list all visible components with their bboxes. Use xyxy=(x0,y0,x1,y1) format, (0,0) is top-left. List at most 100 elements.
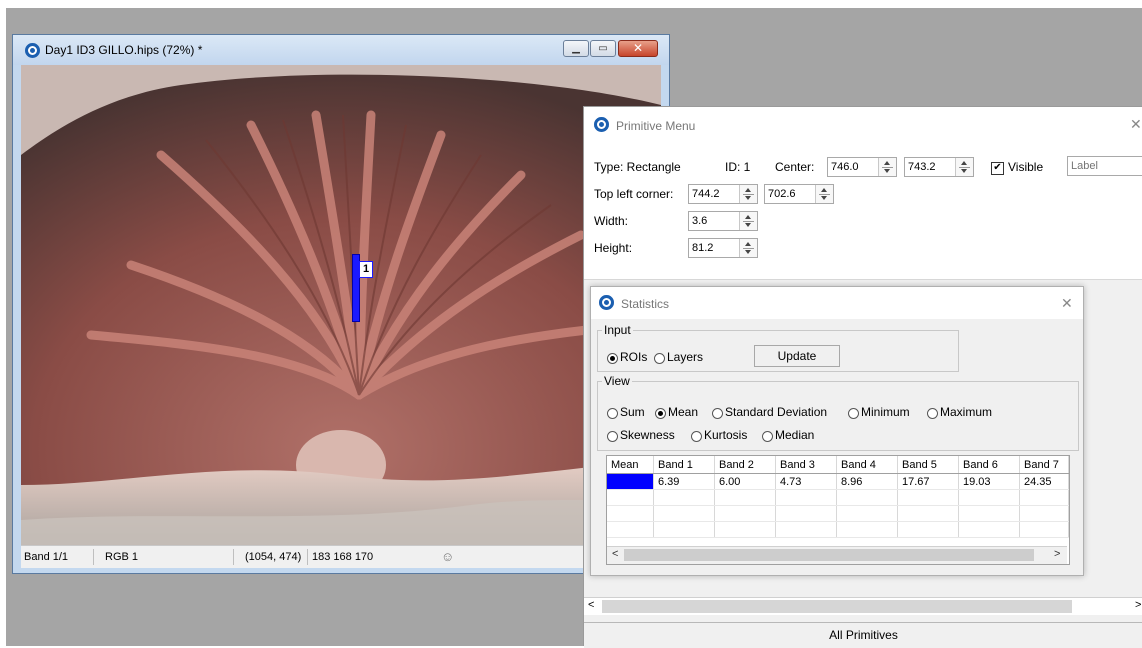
minimize-button[interactable]: ▁ xyxy=(563,40,589,57)
status-separator xyxy=(307,549,308,565)
input-group-label: Input xyxy=(602,323,633,337)
statistics-window[interactable]: Statistics ✕ Input ROIs Layers Update Vi… xyxy=(590,286,1084,576)
radio-kurtosis[interactable] xyxy=(691,431,702,442)
spin-arrows-icon[interactable] xyxy=(739,212,757,230)
primitive-properties: Type: Rectangle ID: 1 Center: 746.0 743.… xyxy=(584,143,1142,280)
height-input[interactable]: 81.2 xyxy=(688,238,758,258)
table-cell: 24.35 xyxy=(1019,473,1069,490)
topleft-label: Top left corner: xyxy=(594,187,674,201)
radio-mean[interactable] xyxy=(655,408,666,419)
radio-std-dev-label: Standard Deviation xyxy=(725,405,828,419)
spin-arrows-icon[interactable] xyxy=(955,158,973,176)
primitive-menu-title: Primitive Menu xyxy=(616,119,696,133)
status-mode: RGB 1 xyxy=(105,551,139,563)
radio-median[interactable] xyxy=(762,431,773,442)
maximize-icon: ▭ xyxy=(598,43,608,54)
statistics-titlebar[interactable]: Statistics ✕ xyxy=(591,287,1083,319)
radio-maximum-label: Maximum xyxy=(940,405,993,419)
update-button[interactable]: Update xyxy=(754,345,840,367)
column-header[interactable]: Band 6 xyxy=(958,456,1020,474)
radio-sum-label: Sum xyxy=(620,405,645,419)
image-window[interactable]: Day1 ID3 GILLO.hips (72%) * ▁ ▭ ✕ 1 Band… xyxy=(12,34,670,574)
radio-rois-label: ROIs xyxy=(620,350,648,364)
close-icon: ✕ xyxy=(632,41,644,55)
table-cell: 6.00 xyxy=(714,473,776,490)
close-icon[interactable]: ✕ xyxy=(1130,116,1142,133)
scroll-right-icon[interactable]: > xyxy=(1054,548,1060,560)
tab-all-primitives-label: All Primitives xyxy=(829,628,898,642)
column-header[interactable]: Band 1 xyxy=(653,456,715,474)
status-separator xyxy=(233,549,234,565)
view-group: View Sum Mean Standard Deviation Minimum… xyxy=(597,374,1079,451)
status-separator xyxy=(93,549,94,565)
width-label: Width: xyxy=(594,214,629,228)
center-label: Center: xyxy=(775,160,815,174)
app-eye-icon xyxy=(599,295,614,310)
topleft-y-input[interactable]: 702.6 xyxy=(764,184,834,204)
scroll-left-icon[interactable]: < xyxy=(612,548,618,560)
radio-minimum[interactable] xyxy=(848,408,859,419)
spin-arrows-icon[interactable] xyxy=(815,185,833,203)
image-window-title: Day1 ID3 GILLO.hips (72%) * xyxy=(45,43,203,57)
column-header[interactable]: Band 2 xyxy=(714,456,776,474)
radio-std-dev[interactable] xyxy=(712,408,723,419)
center-x-input[interactable]: 746.0 xyxy=(827,157,897,177)
radio-layers[interactable] xyxy=(654,353,665,364)
spin-arrows-icon[interactable] xyxy=(739,239,757,257)
spin-arrows-icon[interactable] xyxy=(878,158,896,176)
table-row xyxy=(607,489,1069,506)
label-input[interactable] xyxy=(1067,156,1142,176)
table-horizontal-scrollbar[interactable]: < > xyxy=(607,546,1067,564)
scroll-right-icon[interactable]: > xyxy=(1135,599,1141,611)
close-icon[interactable]: ✕ xyxy=(1061,295,1073,312)
column-header[interactable]: Band 7 xyxy=(1019,456,1069,474)
close-button[interactable]: ✕ xyxy=(618,40,658,57)
app-eye-icon xyxy=(594,117,609,132)
table-cell: 4.73 xyxy=(775,473,837,490)
radio-kurtosis-label: Kurtosis xyxy=(704,428,748,442)
table-row[interactable]: 6.39 6.00 4.73 8.96 17.67 19.03 24.35 xyxy=(607,473,1069,490)
gill-photo-image xyxy=(21,65,661,545)
visible-label: Visible xyxy=(1008,160,1044,174)
table-row xyxy=(607,505,1069,522)
scrollbar-thumb[interactable] xyxy=(624,549,1034,561)
type-label: Type: Rectangle xyxy=(594,160,681,174)
radio-rois[interactable] xyxy=(607,353,618,364)
view-group-label: View xyxy=(602,374,632,388)
visible-checkbox[interactable]: ✔ xyxy=(991,162,1004,175)
center-y-input[interactable]: 743.2 xyxy=(904,157,974,177)
column-header[interactable]: Band 5 xyxy=(897,456,959,474)
maximize-button[interactable]: ▭ xyxy=(590,40,616,57)
status-band: Band 1/1 xyxy=(24,551,69,563)
radio-sum[interactable] xyxy=(607,408,618,419)
topleft-x-input[interactable]: 744.2 xyxy=(688,184,758,204)
width-input[interactable]: 3.6 xyxy=(688,211,758,231)
table-cell: 17.67 xyxy=(897,473,959,490)
table-cell: 19.03 xyxy=(958,473,1020,490)
input-group: Input ROIs Layers Update xyxy=(597,323,959,372)
radio-minimum-label: Minimum xyxy=(861,405,910,419)
column-header[interactable]: Mean xyxy=(607,456,654,474)
primitive-horizontal-scrollbar[interactable]: < > xyxy=(584,597,1142,615)
table-header-row: Mean Band 1 Band 2 Band 3 Band 4 Band 5 … xyxy=(607,456,1069,474)
roi-color-swatch xyxy=(607,474,653,489)
table-row xyxy=(607,521,1069,538)
image-window-titlebar[interactable]: Day1 ID3 GILLO.hips (72%) * ▁ ▭ ✕ xyxy=(13,35,669,65)
image-canvas[interactable]: 1 xyxy=(21,65,661,545)
column-header[interactable]: Band 4 xyxy=(836,456,898,474)
spin-arrows-icon[interactable] xyxy=(739,185,757,203)
scrollbar-thumb[interactable] xyxy=(602,600,1072,613)
scroll-left-icon[interactable]: < xyxy=(588,599,594,611)
tab-all-primitives[interactable]: All Primitives xyxy=(584,622,1142,648)
radio-mean-label: Mean xyxy=(668,405,699,419)
primitive-menu-titlebar[interactable]: Primitive Menu ✕ xyxy=(584,107,1142,143)
id-label: ID: 1 xyxy=(725,160,751,174)
radio-skewness[interactable] xyxy=(607,431,618,442)
statistics-table[interactable]: Mean Band 1 Band 2 Band 3 Band 4 Band 5 … xyxy=(606,455,1070,565)
radio-skewness-label: Skewness xyxy=(620,428,675,442)
column-header[interactable]: Band 3 xyxy=(775,456,837,474)
height-label: Height: xyxy=(594,241,633,255)
status-coords: (1054, 474) xyxy=(245,551,302,563)
mask-icon: ☺ xyxy=(441,549,455,564)
radio-maximum[interactable] xyxy=(927,408,938,419)
